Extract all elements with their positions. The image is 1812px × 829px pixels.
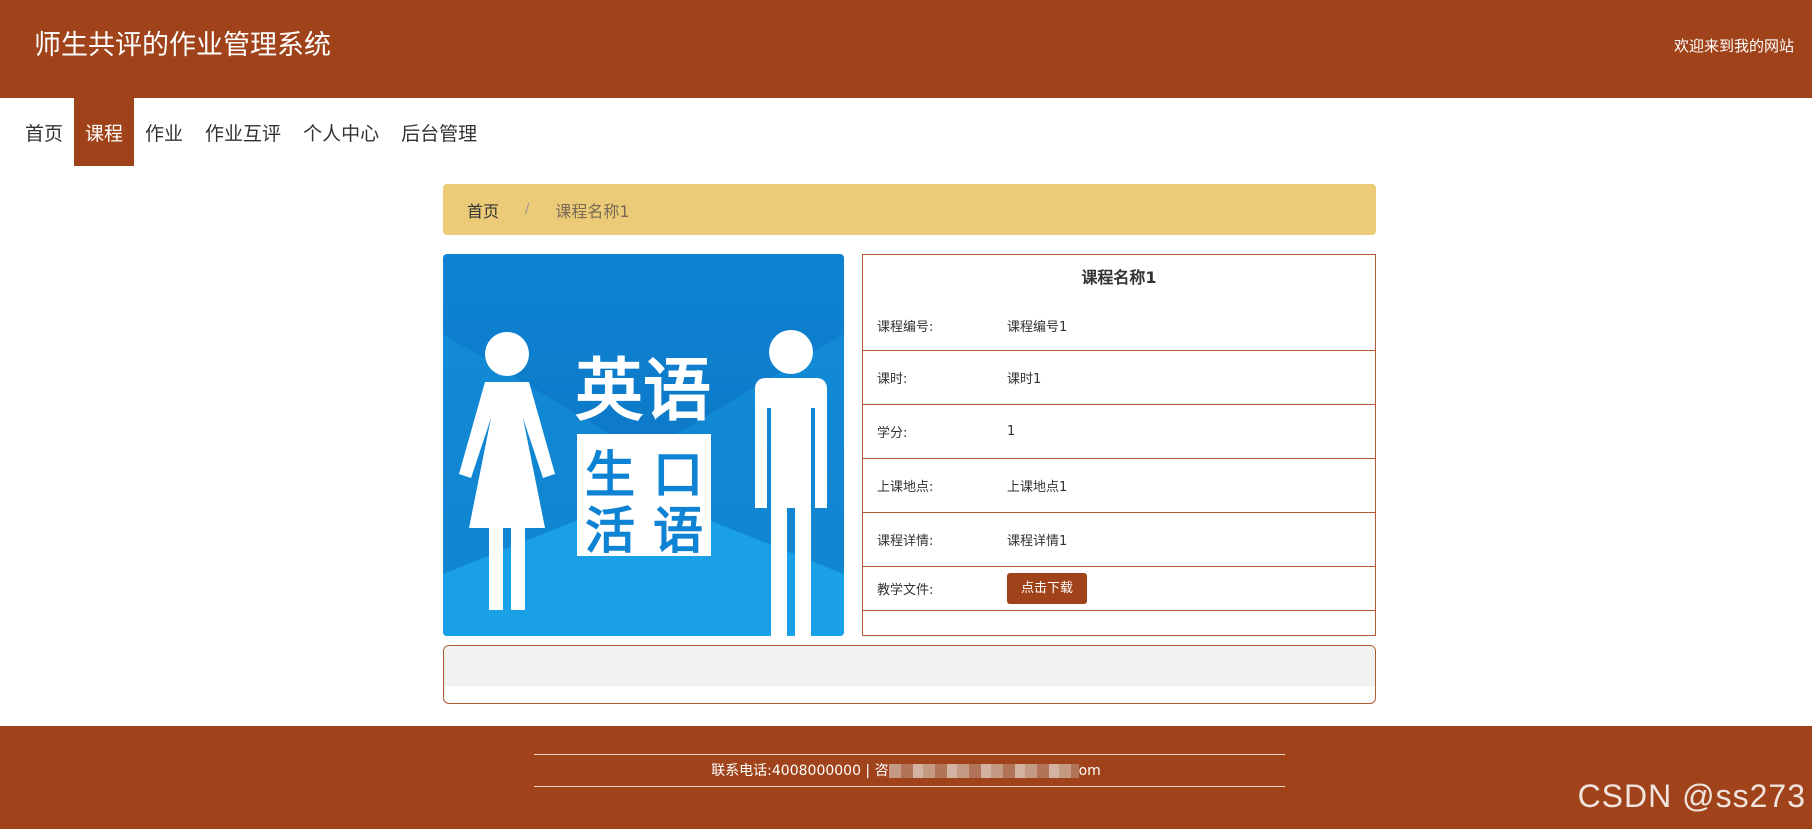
footer-divider-bottom xyxy=(534,786,1285,787)
detail-label: 课程编号: xyxy=(877,320,934,335)
detail-value: 上课地点1 xyxy=(1007,480,1068,495)
detail-label: 课时: xyxy=(877,372,908,387)
detail-row-credits: 学分: 1 xyxy=(863,405,1375,459)
site-header: 师生共评的作业管理系统 欢迎来到我的网站 xyxy=(0,0,1812,98)
comment-input-area[interactable] xyxy=(444,646,1375,686)
footer-contact-prefix: 联系电话:4008000000 | 咨 xyxy=(711,763,889,779)
watermark: CSDN @ss273 xyxy=(1577,778,1806,814)
site-footer: 联系电话:4008000000 | 咨 om CSDN @ss273 xyxy=(0,726,1812,829)
image-title-text: 英语 xyxy=(575,352,711,431)
breadcrumb-home-link[interactable]: 首页 xyxy=(467,198,499,222)
detail-label: 教学文件: xyxy=(877,583,934,598)
detail-row-hours: 课时: 课时1 xyxy=(863,351,1375,405)
nav-item-courses[interactable]: 课程 xyxy=(74,98,135,166)
course-details-panel: 课程名称1 课程编号: 课程编号1 课时: 课时1 学分: 1 上课地点: 上课… xyxy=(862,254,1376,636)
image-grid-char-2: 口 xyxy=(653,446,703,504)
detail-value: 课时1 xyxy=(1007,372,1042,387)
detail-value: 1 xyxy=(1007,424,1016,439)
course-title: 课程名称1 xyxy=(1081,268,1157,287)
breadcrumb-separator: / xyxy=(525,202,530,217)
detail-row-teaching-file: 教学文件: 点击下载 xyxy=(863,567,1375,611)
site-title: 师生共评的作业管理系统 xyxy=(34,30,331,61)
detail-row-location: 上课地点: 上课地点1 xyxy=(863,459,1375,513)
image-grid-char-4: 语 xyxy=(653,502,703,560)
footer-divider-top xyxy=(534,754,1285,755)
detail-value: 课程详情1 xyxy=(1007,534,1068,549)
redacted-email xyxy=(888,764,1079,778)
main-nav: 首页 课程 作业 作业互评 个人中心 后台管理 xyxy=(0,98,1812,166)
detail-value: 课程编号1 xyxy=(1007,320,1068,335)
detail-label: 课程详情: xyxy=(877,534,934,549)
detail-row-description: 课程详情: 课程详情1 xyxy=(863,513,1375,567)
detail-label: 学分: xyxy=(877,426,908,441)
nav-item-peer-review[interactable]: 作业互评 xyxy=(194,98,292,166)
nav-item-admin[interactable]: 后台管理 xyxy=(390,98,488,166)
welcome-text: 欢迎来到我的网站 xyxy=(1673,37,1794,55)
image-grid-char-1: 生 xyxy=(585,446,635,504)
comment-box[interactable] xyxy=(443,645,1376,704)
breadcrumb-current: 课程名称1 xyxy=(555,201,630,221)
breadcrumb: 首页 / 课程名称1 xyxy=(443,184,1376,235)
course-image: 英语 生 口 活 语 xyxy=(443,254,844,636)
download-button[interactable]: 点击下载 xyxy=(1007,573,1088,604)
image-grid-char-3: 活 xyxy=(585,502,635,560)
nav-item-personal-center[interactable]: 个人中心 xyxy=(292,98,390,166)
nav-item-home[interactable]: 首页 xyxy=(14,98,74,166)
detail-row-course-number: 课程编号: 课程编号1 xyxy=(863,301,1375,351)
nav-item-homework[interactable]: 作业 xyxy=(134,98,194,166)
detail-label: 上课地点: xyxy=(877,480,934,495)
footer-contact-suffix: om xyxy=(1078,763,1101,779)
footer-contact: 联系电话:4008000000 | 咨 om xyxy=(0,761,1812,781)
